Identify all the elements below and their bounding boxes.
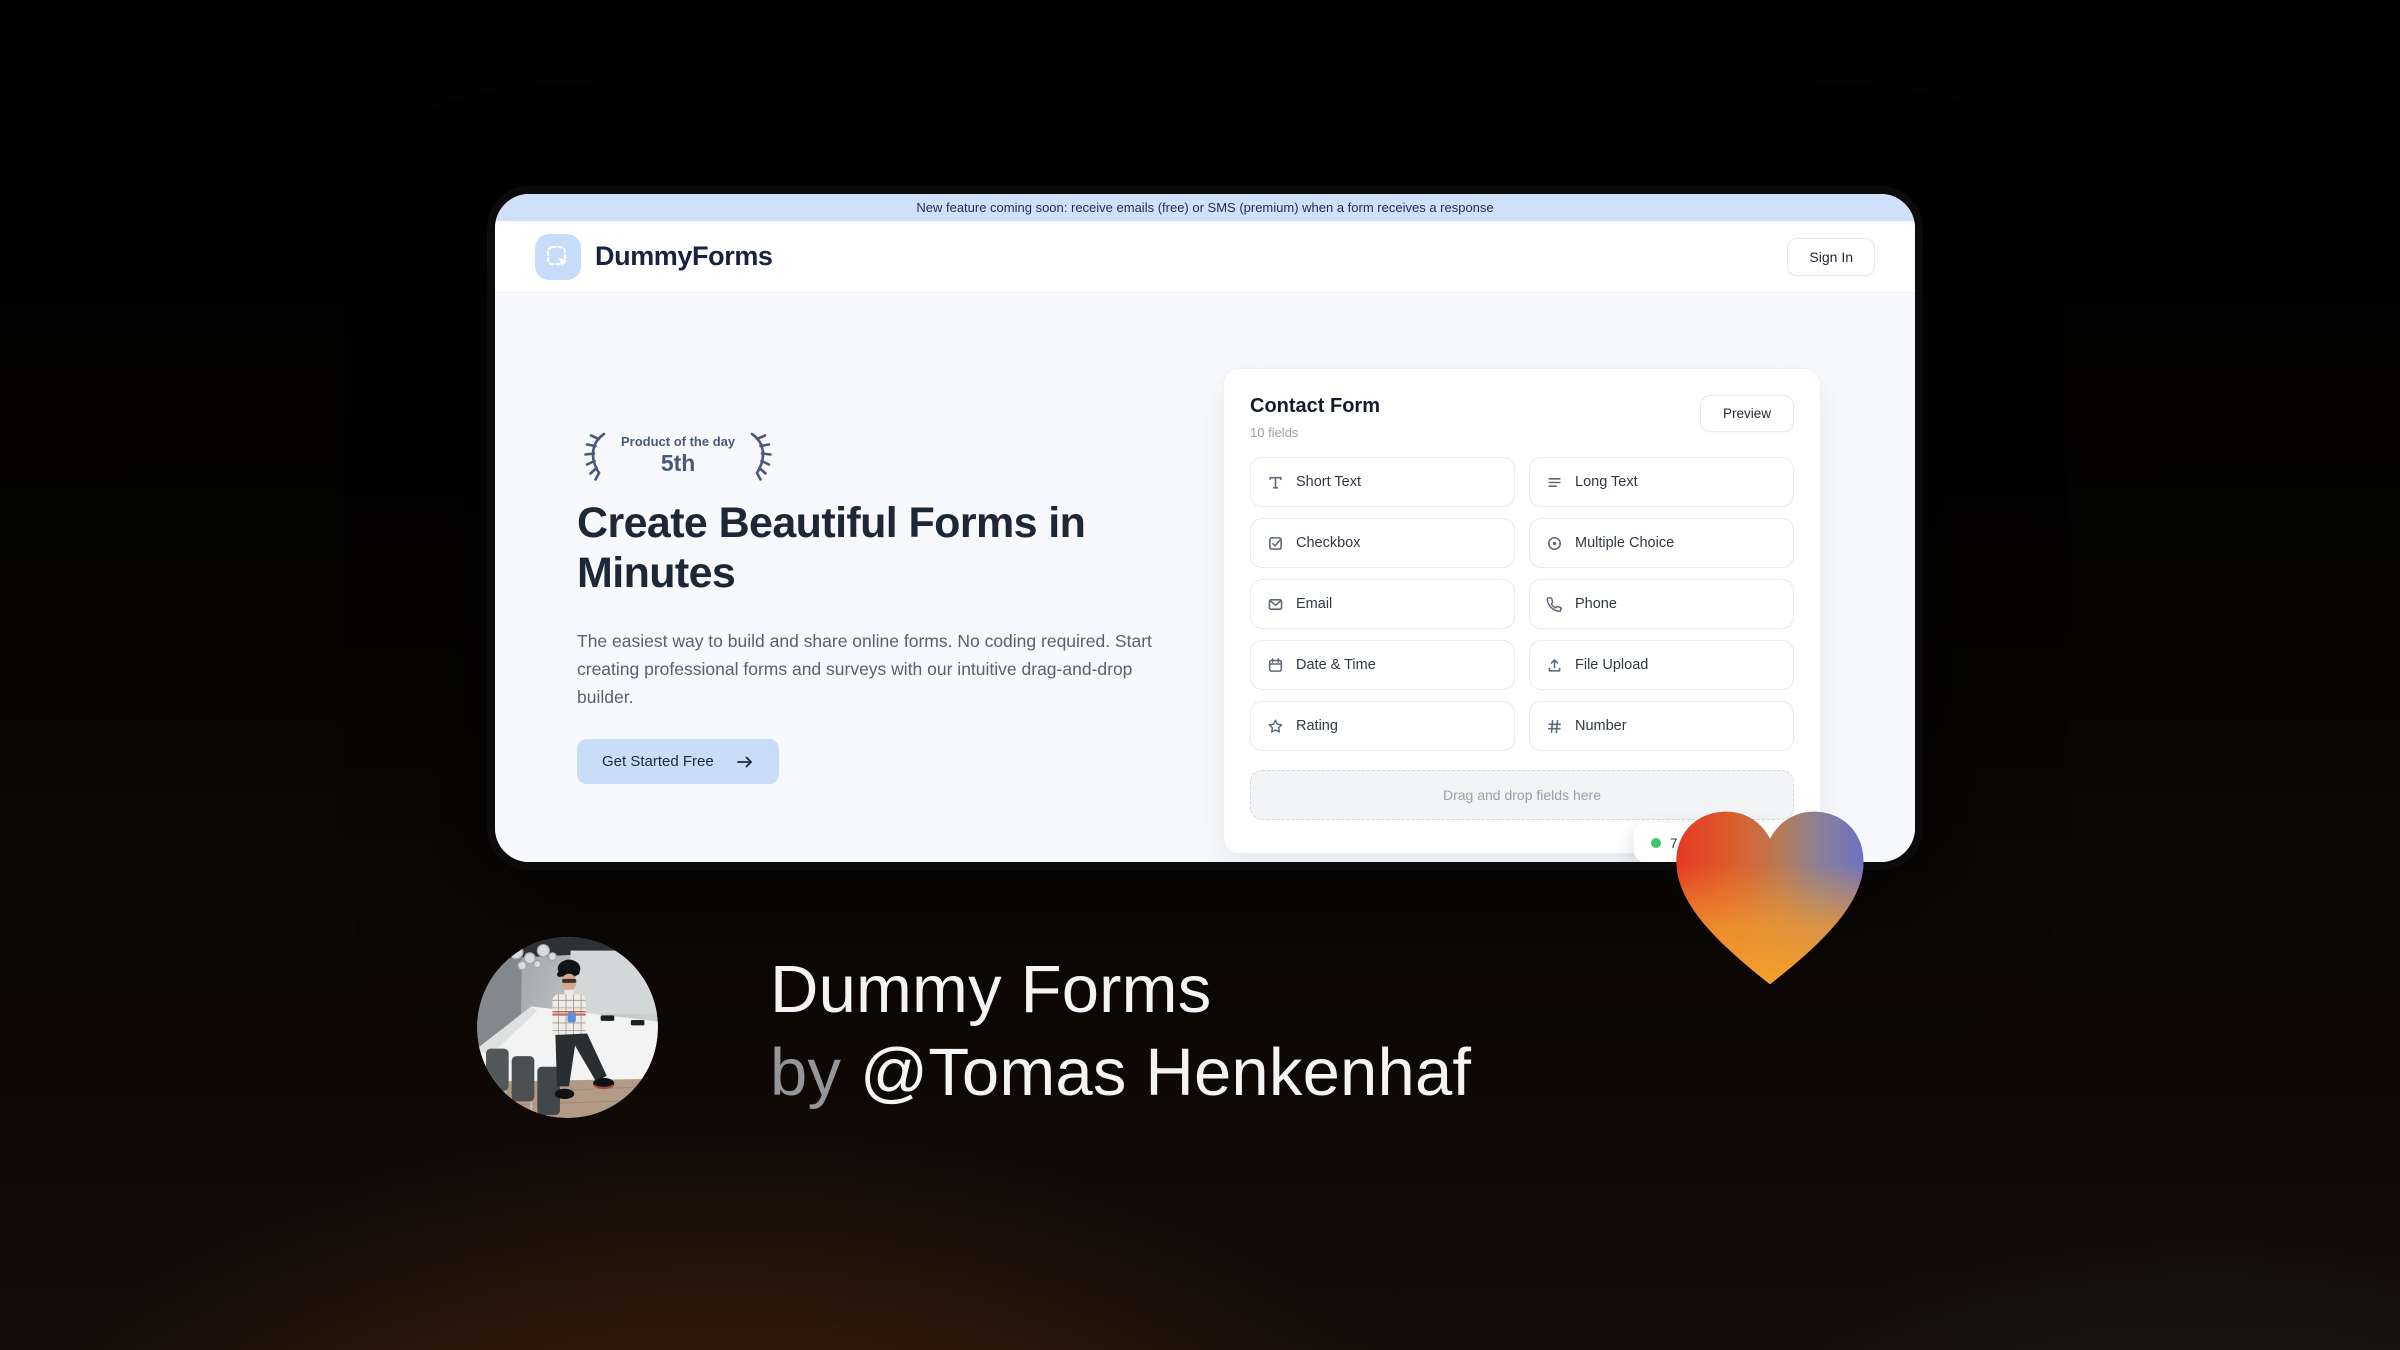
field-chip-checkbox[interactable]: Checkbox	[1250, 518, 1515, 568]
form-field-count: 10 fields	[1250, 425, 1299, 440]
hero-title: Create Beautiful Forms in Minutes	[577, 499, 1086, 597]
field-chip-label: Short Text	[1296, 474, 1362, 490]
form-title: Contact Form	[1250, 395, 1380, 417]
arrow-right-icon	[736, 756, 752, 767]
field-chip-label: Rating	[1296, 718, 1338, 734]
email-icon	[1268, 598, 1283, 610]
multiple-choice-icon	[1547, 536, 1562, 550]
long-text-icon	[1548, 477, 1561, 487]
brand-name: DummyForms	[595, 241, 773, 271]
hash-icon	[1547, 719, 1562, 733]
preview-button[interactable]: Preview	[1699, 395, 1794, 432]
laurel-left-icon	[584, 432, 606, 481]
product-of-day-badge: Product of the day 5th	[577, 429, 779, 481]
field-chip-label: Number	[1575, 718, 1627, 734]
browser-window: New feature coming soon: receive emails …	[487, 186, 1923, 870]
field-chip-label: Phone	[1575, 596, 1617, 612]
field-chip-email[interactable]: Email	[1250, 579, 1515, 629]
upload-icon	[1548, 658, 1561, 672]
green-dot-icon	[1651, 838, 1661, 848]
get-started-label: Get Started Free	[602, 753, 714, 770]
field-chip-label: Multiple Choice	[1575, 535, 1675, 551]
field-chip-rating[interactable]: Rating	[1250, 701, 1515, 751]
phone-icon	[1546, 596, 1563, 612]
short-text-icon	[1269, 476, 1282, 489]
award-text: Product of the day 5th	[621, 434, 735, 477]
field-chip-label: Checkbox	[1296, 535, 1361, 551]
field-chip-short-text[interactable]: Short Text	[1250, 457, 1515, 507]
dummyforms-logo-icon	[535, 233, 581, 280]
award-title: Product of the day	[621, 433, 736, 449]
card-header: Contact Form 10 fields Preview	[1250, 395, 1794, 440]
field-chip-phone[interactable]: Phone	[1529, 579, 1794, 629]
field-chip-label: Long Text	[1575, 474, 1638, 490]
credit-author: @Tomas Henkenhaf	[860, 1035, 1472, 1110]
dropzone-text: Drag and drop fields here	[1443, 787, 1601, 803]
hero-description: The easiest way to build and share onlin…	[577, 631, 1152, 707]
field-chip-date-time[interactable]: Date & Time	[1250, 640, 1515, 690]
card-title-block: Contact Form 10 fields	[1250, 395, 1380, 440]
gradient-heart-logo	[1676, 811, 1864, 985]
award-rank: 5th	[660, 449, 696, 476]
brand[interactable]: DummyForms	[535, 233, 773, 280]
field-chip-file-upload[interactable]: File Upload	[1529, 640, 1794, 690]
avatar	[477, 937, 658, 1118]
field-chip-long-text[interactable]: Long Text	[1529, 457, 1794, 507]
get-started-button[interactable]: Get Started Free	[577, 739, 779, 784]
field-chip-label: File Upload	[1575, 657, 1649, 673]
sign-in-button[interactable]: Sign In	[1787, 237, 1875, 276]
field-chip-grid: Short Text Long Text Checkbox Multiple C…	[1250, 457, 1794, 751]
form-builder-card: Contact Form 10 fields Preview Short Tex…	[1223, 368, 1821, 862]
announcement-text: New feature coming soon: receive emails …	[916, 200, 1494, 215]
app-header: DummyForms Sign In	[495, 221, 1915, 293]
credit-product-name: Dummy Forms	[770, 952, 1212, 1027]
credit-byline: by @Tomas Henkenhaf	[770, 1031, 1471, 1114]
app-viewport: New feature coming soon: receive emails …	[495, 194, 1915, 862]
calendar-icon	[1268, 657, 1283, 672]
laurel-right-icon	[750, 432, 772, 481]
credit-by-prefix: by	[770, 1035, 842, 1110]
announcement-banner: New feature coming soon: receive emails …	[495, 194, 1915, 221]
promo-background: New feature coming soon: receive emails …	[0, 0, 2400, 1350]
field-chip-multiple-choice[interactable]: Multiple Choice	[1529, 518, 1794, 568]
field-chip-label: Date & Time	[1296, 657, 1376, 673]
avatar-photo	[477, 937, 658, 1118]
checkbox-icon	[1269, 536, 1282, 550]
star-icon	[1268, 719, 1283, 733]
credit-block: Dummy Forms by @Tomas Henkenhaf	[770, 948, 1471, 1114]
page-body: Product of the day 5th Create Beautiful …	[495, 293, 1915, 862]
field-chip-label: Email	[1296, 596, 1333, 612]
field-chip-number[interactable]: Number	[1529, 701, 1794, 751]
